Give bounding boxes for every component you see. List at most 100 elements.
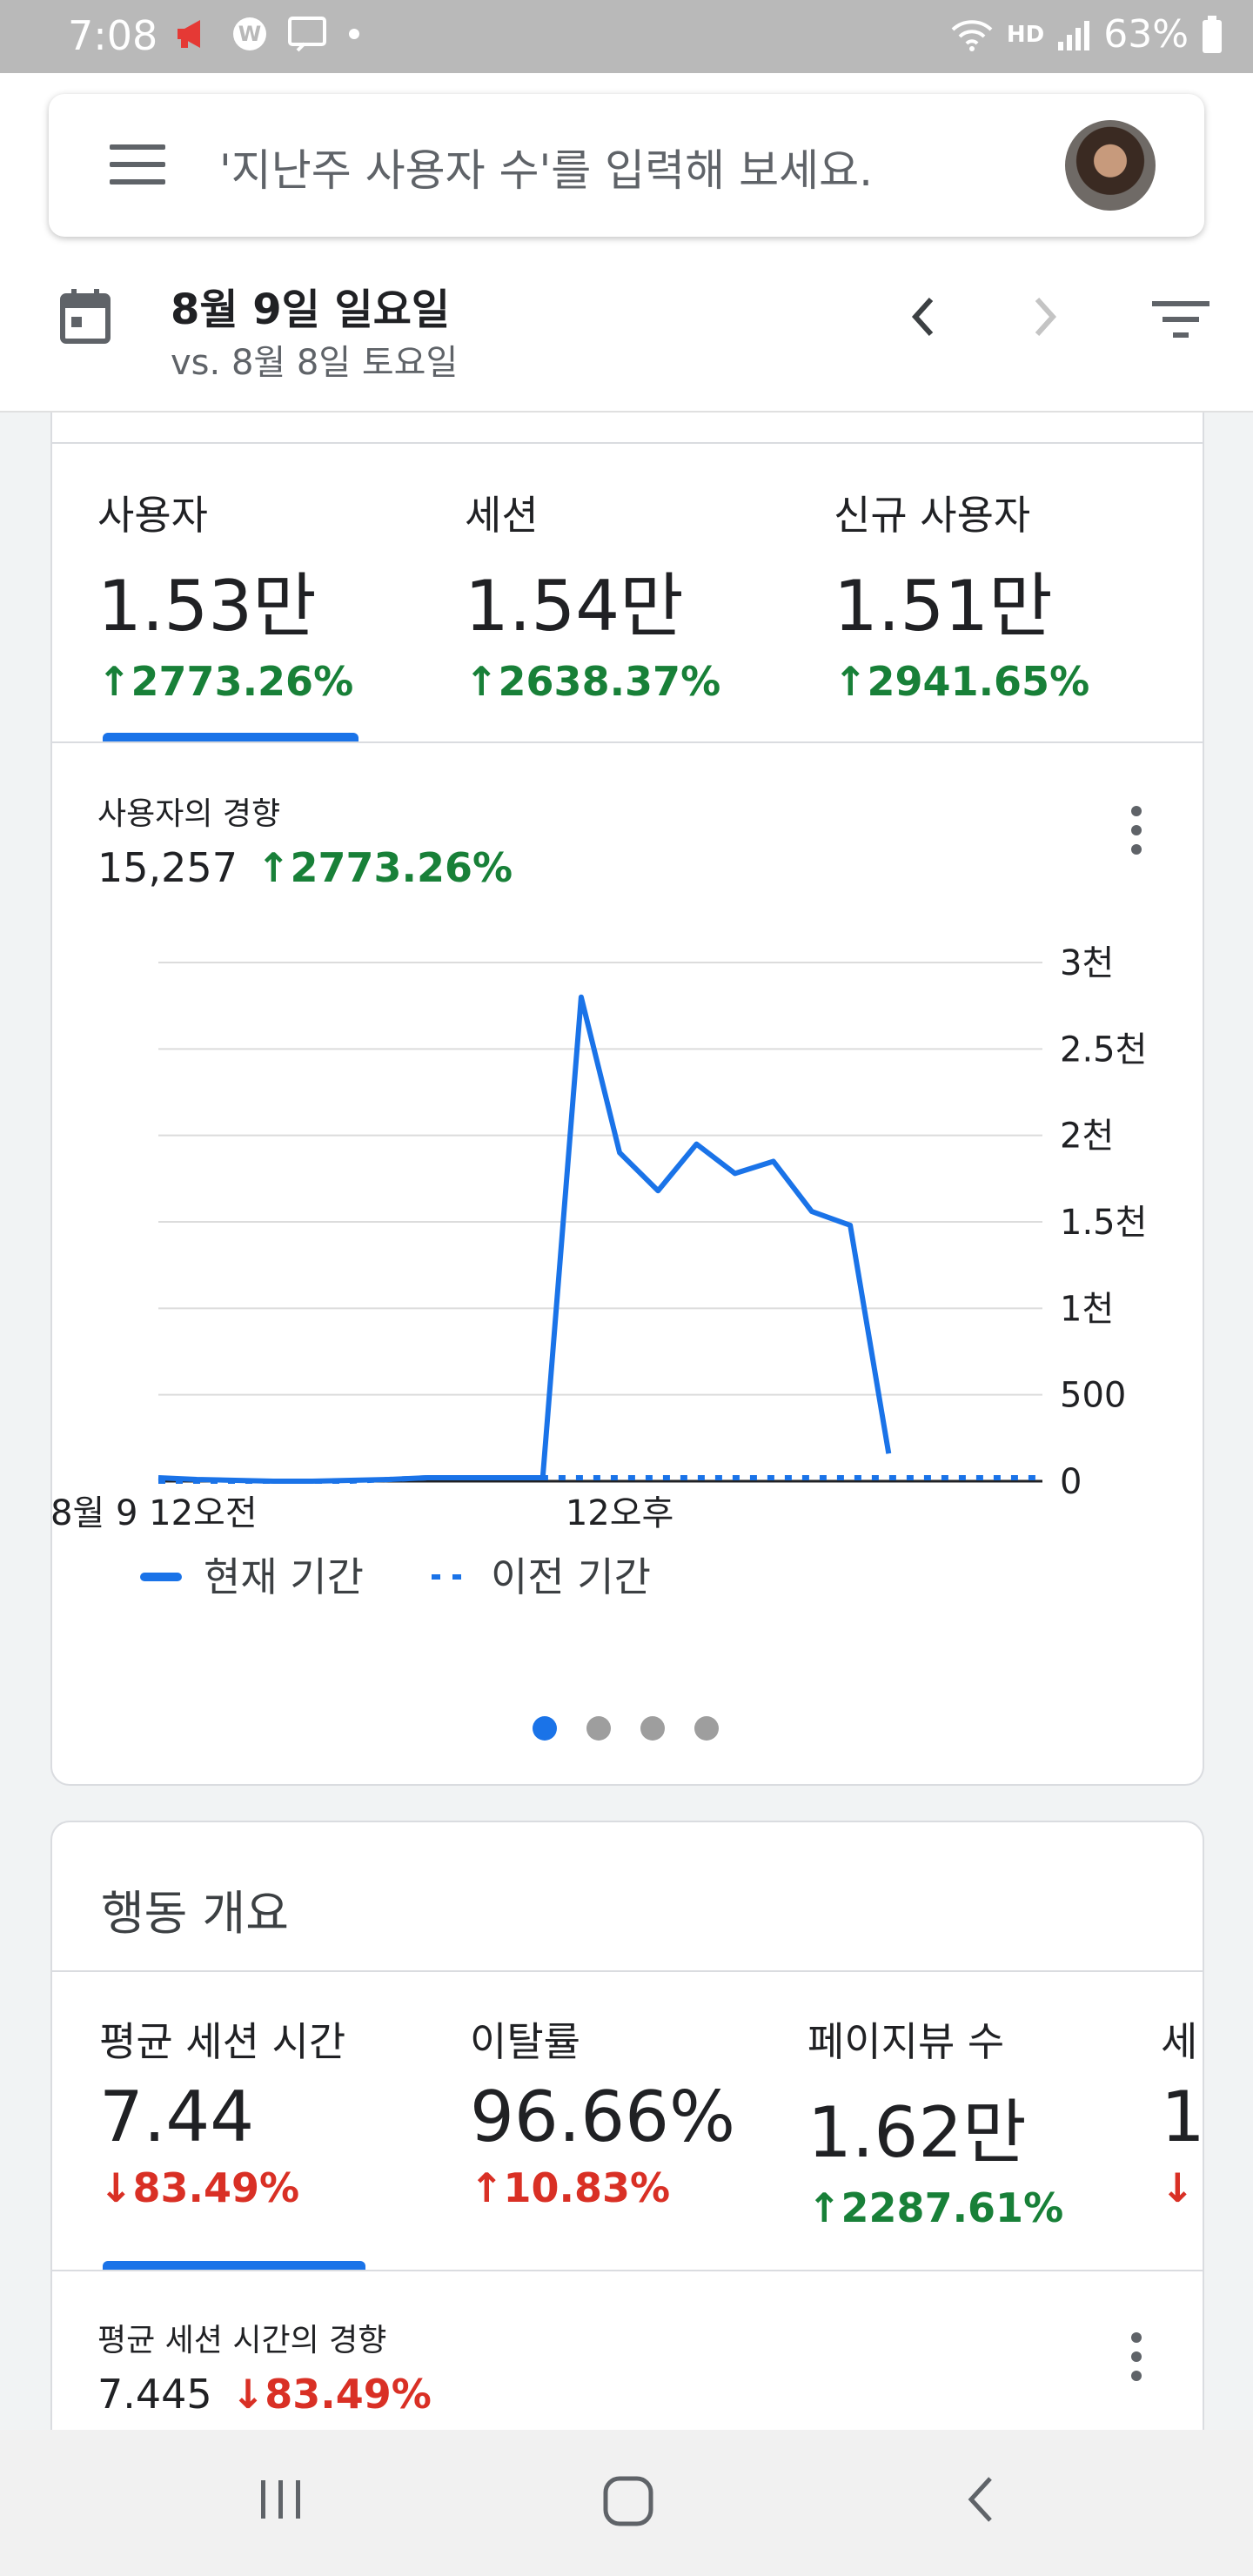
- system-nav-bar: [0, 2430, 1253, 2576]
- divider: [50, 1970, 1204, 1972]
- trend-delta-value: 83.49%: [265, 2371, 432, 2418]
- compare-date[interactable]: vs. 8월 8일 토요일: [171, 334, 458, 385]
- hd-voice-label: HD: [1006, 21, 1045, 48]
- menu-icon[interactable]: [110, 144, 165, 186]
- y-tick-label: 1천: [1060, 1289, 1114, 1329]
- metric-value: 7.44: [99, 2076, 255, 2157]
- x-tick-label: 12오후: [566, 1493, 674, 1533]
- metric-value: 1.53만: [97, 566, 317, 647]
- metric-value: 1.54만: [465, 566, 684, 647]
- trend-title: 사용자의 경향: [97, 796, 281, 832]
- metric-delta-value: 2941.65%: [867, 658, 1090, 705]
- metric-delta: ↑2773.26%: [97, 658, 353, 705]
- back-icon[interactable]: [957, 2473, 1009, 2526]
- metric-pageviews[interactable]: 페이지뷰 수 1.62만 ↑2287.61%: [807, 2010, 1063, 2231]
- metric-label: 세션: [465, 492, 539, 539]
- search-bar[interactable]: '지난주 사용자 수'를 입력해 보세요.: [49, 94, 1204, 237]
- status-bar: 7:08 W HD 63%: [0, 0, 1253, 73]
- x-tick-label: 8월 9 12오전: [50, 1493, 258, 1533]
- arrow-down-icon: ↓: [99, 2164, 133, 2211]
- divider: [50, 741, 1204, 743]
- y-tick-label: 1.5천: [1060, 1203, 1147, 1243]
- app-header: '지난주 사용자 수'를 입력해 보세요. 8월 9일 일요일 vs. 8월 8…: [0, 73, 1253, 413]
- metric-value: 1.62만: [807, 2092, 1027, 2173]
- metric-delta: ↓83.49%: [99, 2164, 345, 2211]
- y-tick-label: 2천: [1060, 1117, 1114, 1157]
- metric-delta: ↑2941.65%: [834, 658, 1089, 705]
- trend-total: 7.445: [97, 2371, 212, 2418]
- status-right: HD 63%: [949, 12, 1223, 57]
- metric-new-users[interactable]: 신규 사용자 1.51만 ↑2941.65%: [834, 484, 1089, 705]
- arrow-up-icon: ↑: [470, 2164, 504, 2211]
- y-tick-label: 0: [1060, 1462, 1082, 1502]
- more-vert-icon[interactable]: [1131, 806, 1143, 863]
- metric-partial[interactable]: 세 1. ↓: [1161, 2010, 1204, 2211]
- trend-delta: ↑2773.26%: [257, 844, 513, 891]
- chevron-right-icon[interactable]: [1023, 291, 1067, 343]
- pager-dot[interactable]: [694, 1716, 719, 1741]
- behavior-title: 행동 개요: [101, 1886, 289, 1941]
- metric-delta: ↓: [1161, 2164, 1204, 2211]
- pager-dot[interactable]: [640, 1716, 665, 1741]
- arrow-up-icon: ↑: [97, 658, 131, 705]
- arrow-up-icon: ↑: [807, 2184, 841, 2231]
- metric-delta-value: 2773.26%: [131, 658, 354, 705]
- search-input[interactable]: '지난주 사용자 수'를 입력해 보세요.: [219, 136, 873, 198]
- dot-icon: [349, 29, 359, 39]
- arrow-up-icon: ↑: [256, 844, 291, 891]
- trend-title: 평균 세션 시간의 경향: [97, 2323, 387, 2358]
- pager-dot[interactable]: [533, 1716, 557, 1741]
- metric-value: 1.51만: [834, 566, 1053, 647]
- arrow-up-icon: ↑: [834, 658, 868, 705]
- trend-value: 7.445 ↓83.49%: [97, 2371, 432, 2418]
- selected-metric-indicator: [103, 733, 358, 741]
- pager-dots[interactable]: [533, 1716, 719, 1741]
- trend-total: 15,257: [97, 844, 238, 891]
- battery-percent: 63%: [1103, 12, 1189, 57]
- selected-metric-indicator: [103, 2261, 365, 2270]
- metric-value: 1.: [1161, 2076, 1204, 2157]
- chevron-left-icon[interactable]: [901, 291, 945, 343]
- date-range-bar: 8월 9일 일요일 vs. 8월 8일 토요일: [0, 238, 1253, 413]
- won-icon: W: [233, 17, 266, 50]
- divider: [50, 442, 1204, 444]
- metric-label: 신규 사용자: [834, 492, 1031, 539]
- series-line-current: [157, 994, 892, 1484]
- arrow-down-icon: ↓: [231, 2371, 265, 2418]
- metric-avg-session[interactable]: 평균 세션 시간 7.44 ↓83.49%: [99, 2010, 345, 2211]
- screenshot-icon: [288, 17, 326, 52]
- metric-label: 사용자: [97, 492, 208, 539]
- megaphone-icon: [178, 20, 200, 48]
- metric-delta: ↑2287.61%: [807, 2184, 1063, 2231]
- metric-delta: ↑10.83%: [470, 2164, 735, 2211]
- pager-dot[interactable]: [586, 1716, 611, 1741]
- metric-sessions[interactable]: 세션 1.54만 ↑2638.37%: [465, 484, 720, 705]
- y-tick-label: 500: [1060, 1376, 1126, 1416]
- metric-label: 이탈률: [470, 2018, 580, 2065]
- current-date[interactable]: 8월 9일 일요일: [171, 275, 450, 336]
- status-time: 7:08: [68, 12, 158, 59]
- more-vert-icon[interactable]: [1131, 2332, 1143, 2390]
- metric-delta-value: 2287.61%: [841, 2184, 1064, 2231]
- avatar[interactable]: [1065, 120, 1156, 211]
- calendar-icon[interactable]: [59, 287, 111, 345]
- metric-delta-value: 2638.37%: [498, 658, 721, 705]
- metric-delta-value: 10.83%: [503, 2164, 671, 2211]
- metric-value: 96.66%: [470, 2076, 736, 2157]
- recent-apps-icon[interactable]: [254, 2473, 306, 2526]
- signal-icon: [1058, 20, 1090, 50]
- divider: [50, 2270, 1204, 2271]
- y-tick-label: 3천: [1060, 943, 1114, 983]
- legend-label-previous: 이전 기간: [491, 1553, 651, 1600]
- home-icon[interactable]: [600, 2473, 656, 2529]
- metric-bounce-rate[interactable]: 이탈률 96.66% ↑10.83%: [470, 2010, 735, 2211]
- filter-icon[interactable]: [1150, 298, 1211, 341]
- battery-icon: [1203, 15, 1222, 53]
- metric-users[interactable]: 사용자 1.53만 ↑2773.26%: [97, 484, 353, 705]
- metric-label: 평균 세션 시간: [99, 2018, 346, 2065]
- wifi-icon: [951, 19, 993, 51]
- users-trend-chart: 0 500 1천 1.5천 2천 2.5천 3천 8월 9 12오전 12오후현재 기간 이전 기…: [50, 943, 1147, 1600]
- notification-icons: W: [174, 16, 360, 52]
- arrow-down-icon: ↓: [1161, 2164, 1195, 2211]
- metric-label: 페이지뷰 수: [807, 2018, 1005, 2065]
